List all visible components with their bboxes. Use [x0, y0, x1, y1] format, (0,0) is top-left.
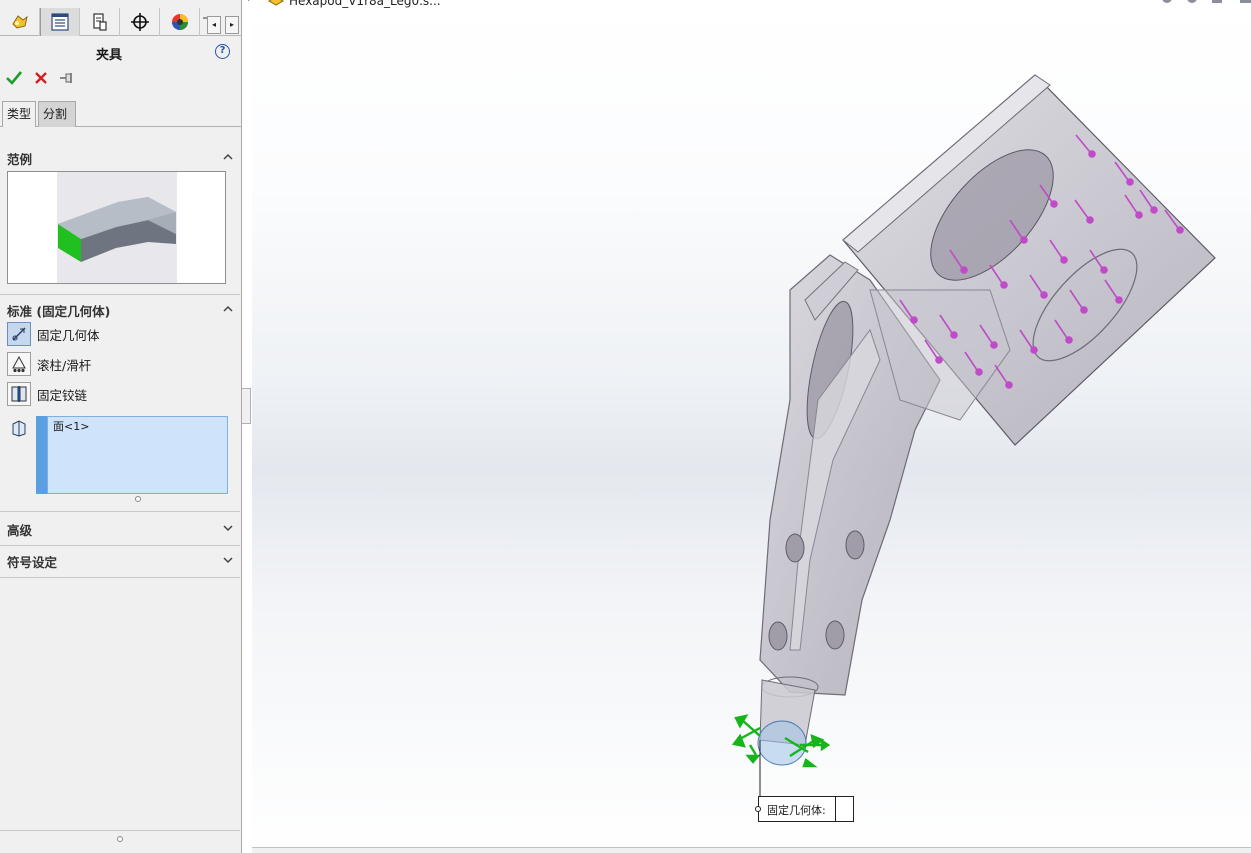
fixture-type-roller-slider[interactable]: 滚柱/滑杆: [7, 352, 91, 376]
document-title: Hexapod_V1r8a_Leg0.s...: [289, 0, 441, 8]
tab-scroll-left-button[interactable]: ◂: [207, 16, 221, 34]
display-manager-tab[interactable]: [160, 8, 200, 36]
type-tab-strip: 类型 分割: [0, 101, 242, 127]
pin-button[interactable]: [58, 70, 76, 89]
close-icon: [35, 72, 47, 84]
fixture-annotation-text: 固定几何体:: [767, 804, 826, 817]
selection-focus-bar: [36, 416, 47, 494]
fixture-annotation-callout[interactable]: 固定几何体:: [755, 796, 854, 822]
selected-face-item[interactable]: 面<1>: [53, 418, 89, 434]
fixed-hinge-icon: [7, 382, 31, 406]
property-manager-tab[interactable]: [40, 8, 80, 36]
feature-manager-tab[interactable]: [0, 8, 40, 36]
property-manager-title: 夹具: [95, 48, 122, 63]
crosshair-icon: [130, 13, 149, 31]
chevron-down-icon[interactable]: [222, 554, 234, 566]
symbol-settings-section-header[interactable]: 符号设定: [7, 552, 57, 571]
fixed-geometry-icon: [7, 322, 31, 346]
annotation-anchor: [755, 806, 761, 812]
chevron-up-icon[interactable]: [222, 303, 234, 315]
fixed-hinge-label: 固定铰链: [37, 387, 88, 403]
roller-slider-icon: [7, 352, 31, 376]
roller-slider-label: 滚柱/滑杆: [37, 357, 92, 373]
tab-split[interactable]: 分割: [38, 101, 76, 127]
list-resize-grip[interactable]: [135, 496, 141, 502]
tab-scroll-right-button[interactable]: ▸: [225, 16, 239, 34]
example-block-image: [57, 172, 177, 283]
configuration-manager-tab[interactable]: [80, 8, 120, 36]
panel-resize-grip[interactable]: [117, 836, 123, 842]
ok-button[interactable]: [5, 70, 23, 89]
selected-entities-list[interactable]: 面<1>: [47, 416, 228, 494]
chevron-up-icon[interactable]: [222, 151, 234, 163]
heads-up-view-toolbar: [1152, 0, 1251, 10]
tab-type[interactable]: 类型: [2, 101, 36, 127]
fixture-type-fixed-hinge[interactable]: 固定铰链: [7, 382, 87, 406]
example-section-header[interactable]: 范例: [7, 149, 32, 168]
feature-tree-icon: [11, 15, 28, 29]
fixed-geometry-label: 固定几何体: [37, 327, 100, 343]
help-icon[interactable]: ?: [215, 44, 230, 59]
fixture-type-fixed-geometry[interactable]: 固定几何体: [7, 322, 100, 346]
property-manager-panel: ◂ ▸ 夹具 ? 类型 分割 范例 标准 (固定几何体) 固定几何体 滚柱/滑杆…: [0, 0, 242, 853]
face-selection-icon: [9, 418, 29, 441]
property-list-icon: [51, 13, 69, 31]
leg-part-model[interactable]: [252, 0, 1251, 853]
standard-section-header[interactable]: 标准 (固定几何体): [7, 301, 110, 320]
appearance-ball-icon: [171, 14, 188, 30]
manager-tab-strip: ◂ ▸: [0, 8, 242, 36]
checkmark-icon: [6, 71, 23, 85]
tree-expand-icon[interactable]: ▸: [248, 0, 253, 4]
configuration-icon: [92, 13, 107, 31]
cancel-button[interactable]: [33, 70, 49, 89]
advanced-section-header[interactable]: 高级: [7, 520, 32, 539]
dimxpert-manager-tab[interactable]: [120, 8, 160, 36]
example-preview: [7, 171, 226, 284]
chevron-down-icon[interactable]: [222, 522, 234, 534]
part-icon: [267, 0, 285, 10]
status-strip: [252, 847, 1251, 853]
graphics-viewport[interactable]: [252, 0, 1251, 853]
pushpin-icon: [60, 73, 72, 83]
panel-splitter-handle[interactable]: [242, 388, 251, 424]
